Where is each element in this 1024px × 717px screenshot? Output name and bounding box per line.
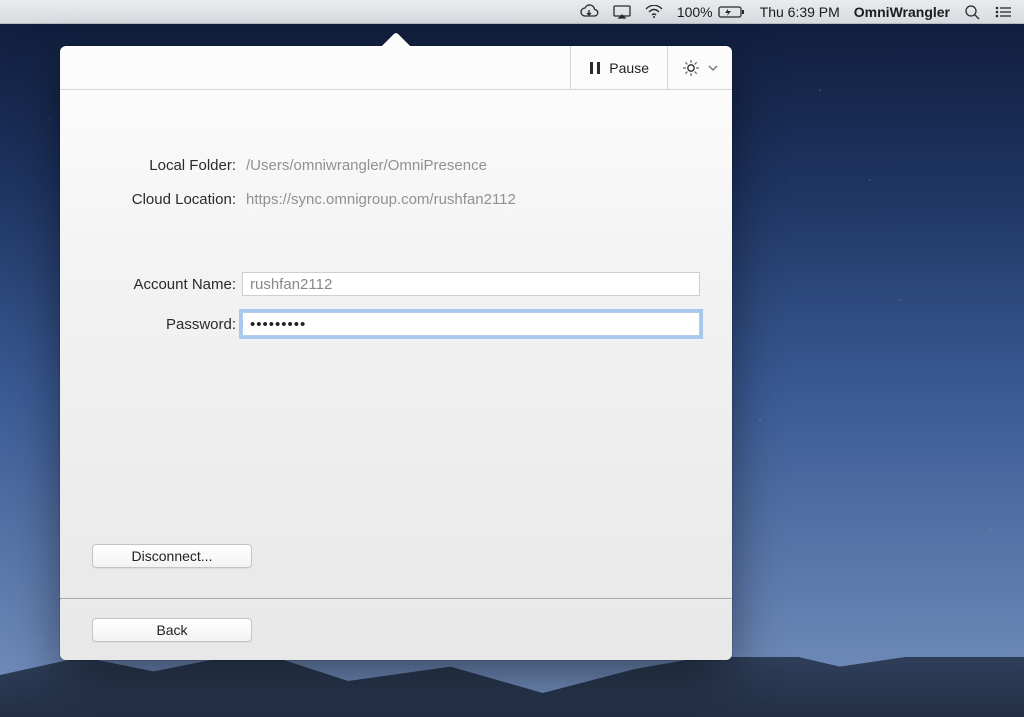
clock-label: Thu 6:39 PM: [760, 4, 840, 20]
pause-button-label: Pause: [609, 60, 649, 76]
chevron-down-icon: [708, 64, 718, 72]
form-gap: [92, 216, 700, 264]
account-name-row: Account Name: rushfan2112: [92, 264, 700, 304]
spotlight-icon[interactable]: [964, 4, 980, 20]
footer-divider: [60, 598, 732, 600]
back-button-label: Back: [156, 622, 187, 638]
wifi-icon[interactable]: [645, 5, 663, 19]
pause-icon: [589, 61, 601, 75]
battery-status[interactable]: 100%: [677, 4, 746, 20]
password-row: Password: •••••••••: [92, 304, 700, 344]
disconnect-button[interactable]: Disconnect...: [92, 544, 252, 568]
local-folder-value: /Users/omniwrangler/OmniPresence: [242, 157, 700, 174]
cloud-location-label: Cloud Location:: [92, 191, 242, 208]
account-name-input-text: rushfan2112: [250, 276, 332, 293]
local-folder-label: Local Folder:: [92, 157, 242, 174]
cloud-location-row: Cloud Location: https://sync.omnigroup.c…: [92, 182, 700, 216]
cloud-location-value: https://sync.omnigroup.com/rushfan2112: [242, 191, 700, 208]
notification-center-icon[interactable]: [994, 5, 1012, 19]
settings-menu-button[interactable]: [667, 46, 732, 89]
password-input[interactable]: •••••••••: [242, 312, 700, 336]
desktop-background: 100% Thu 6:39 PM OmniWrangler Pause: [0, 0, 1024, 717]
password-label: Password:: [92, 316, 242, 333]
account-name-label: Account Name:: [92, 276, 242, 293]
sync-settings-popover: Pause Local Folder: /Users/omniwrangler/…: [60, 46, 732, 660]
popover-footer: Back: [60, 598, 732, 660]
password-input-text: •••••••••: [250, 316, 306, 333]
active-app-name-label: OmniWrangler: [854, 4, 950, 20]
mac-menubar: 100% Thu 6:39 PM OmniWrangler: [0, 0, 1024, 24]
clock[interactable]: Thu 6:39 PM: [760, 4, 840, 20]
back-button[interactable]: Back: [92, 618, 252, 642]
airplay-icon[interactable]: [613, 5, 631, 19]
active-app-name[interactable]: OmniWrangler: [854, 4, 950, 20]
account-name-input[interactable]: rushfan2112: [242, 272, 700, 296]
account-form: Local Folder: /Users/omniwrangler/OmniPr…: [60, 90, 732, 344]
local-folder-row: Local Folder: /Users/omniwrangler/OmniPr…: [92, 148, 700, 182]
battery-percent-label: 100%: [677, 4, 713, 20]
toolbar-spacer: [60, 46, 570, 89]
pause-button[interactable]: Pause: [570, 46, 667, 89]
cloud-sync-icon[interactable]: [579, 4, 599, 20]
disconnect-button-label: Disconnect...: [132, 548, 213, 564]
gear-icon: [682, 59, 700, 77]
